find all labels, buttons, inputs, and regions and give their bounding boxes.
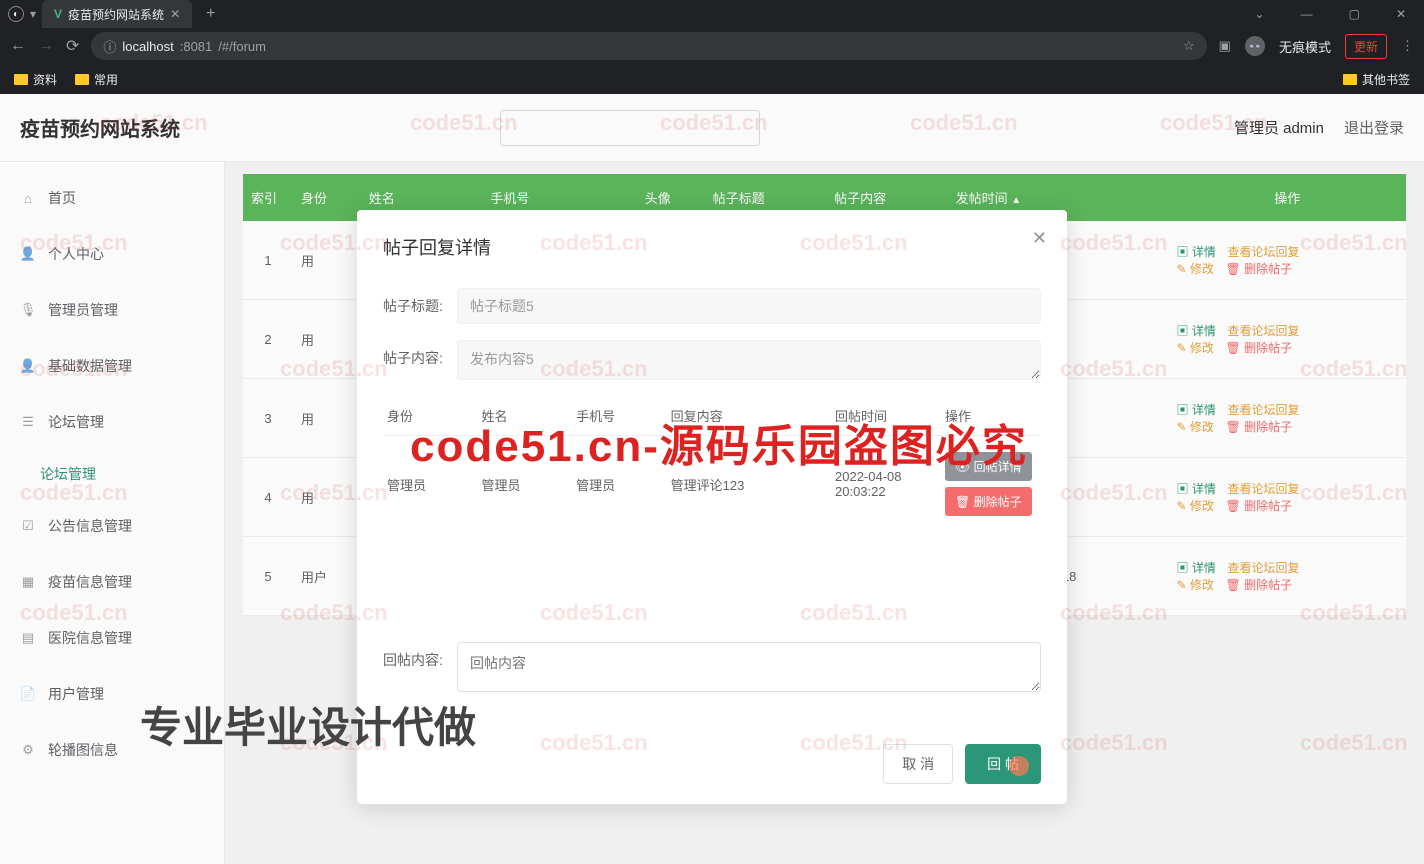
browser-tab[interactable]: V 疫苗预约网站系统 ✕	[42, 0, 192, 28]
extension-icon[interactable]: ▣	[1219, 38, 1231, 54]
cursor-indicator	[1009, 756, 1029, 776]
input-post-title[interactable]	[457, 288, 1041, 324]
modal-title: 帖子回复详情	[383, 234, 1041, 260]
ith-time: 回帖时间	[831, 396, 941, 436]
bookmark-folder-other[interactable]: 其他书签	[1343, 71, 1410, 88]
bookmark-folder-1[interactable]: 资料	[14, 71, 57, 88]
label-reply-content: 回帖内容:	[383, 642, 457, 670]
window-chevron-icon[interactable]: ⌄	[1255, 7, 1265, 21]
browser-update-button[interactable]: 更新	[1345, 34, 1387, 59]
textarea-post-content[interactable]: 发布内容5	[457, 340, 1041, 380]
url-host: localhost	[122, 39, 173, 54]
nav-back-icon[interactable]: ←	[10, 37, 26, 55]
tab-close-icon[interactable]: ✕	[170, 7, 180, 21]
folder-icon	[14, 74, 28, 85]
url-path: /#/forum	[218, 39, 266, 54]
nav-forward-icon[interactable]: →	[38, 37, 54, 55]
new-tab-button[interactable]: +	[198, 5, 223, 23]
ith-ident: 身份	[383, 396, 478, 436]
reply-table: 身份 姓名 手机号 回复内容 回帖时间 操作 管理员 管理员 管理员 管理评论1…	[383, 396, 1041, 532]
ith-reply: 回复内容	[667, 396, 831, 436]
cancel-button[interactable]: 取 消	[883, 744, 953, 784]
ith-phone: 手机号	[572, 396, 667, 436]
browser-kebab-icon[interactable]: ⋮	[1401, 38, 1414, 54]
reply-detail-button[interactable]: 👁 回帖详情	[945, 452, 1032, 481]
folder-icon	[75, 74, 89, 85]
tab-title: 疫苗预约网站系统	[68, 6, 164, 23]
folder-icon	[1343, 74, 1357, 85]
site-info-icon[interactable]: ⓘ	[103, 37, 116, 56]
reply-row: 管理员 管理员 管理员 管理评论123 2022-04-08 20:03:22 …	[383, 436, 1041, 533]
tab-list-chevron-icon[interactable]: ▾	[30, 7, 36, 21]
nav-reload-icon[interactable]: ⟳	[66, 36, 79, 56]
address-bar[interactable]: ⓘ localhost :8081 /#/forum ☆	[91, 32, 1206, 60]
window-minimize-icon[interactable]: —	[1301, 7, 1313, 21]
label-post-title: 帖子标题:	[383, 288, 457, 316]
label-post-content: 帖子内容:	[383, 340, 457, 368]
submit-reply-button[interactable]: 回 帖	[965, 744, 1041, 784]
url-port: :8081	[180, 39, 213, 54]
modal-close-icon[interactable]: ✕	[1032, 228, 1047, 249]
modal-overlay: ✕ 帖子回复详情 帖子标题: 帖子内容: 发布内容5 身份 姓名 手机号 回复内…	[0, 94, 1424, 864]
reply-detail-modal: ✕ 帖子回复详情 帖子标题: 帖子内容: 发布内容5 身份 姓名 手机号 回复内…	[357, 210, 1067, 804]
browser-menu-icon[interactable]: ◐	[8, 6, 24, 22]
vue-icon: V	[54, 7, 62, 21]
reply-delete-button[interactable]: 🗑 删除帖子	[945, 487, 1032, 516]
window-close-icon[interactable]: ✕	[1396, 7, 1406, 21]
bookmark-star-icon[interactable]: ☆	[1183, 38, 1195, 54]
ith-name: 姓名	[478, 396, 573, 436]
ith-ops: 操作	[941, 396, 1041, 436]
incognito-label: 无痕模式	[1279, 37, 1331, 56]
incognito-icon: 👓	[1245, 36, 1265, 56]
textarea-reply-content[interactable]	[457, 642, 1041, 692]
bookmark-folder-2[interactable]: 常用	[75, 71, 118, 88]
window-maximize-icon[interactable]: ▢	[1349, 7, 1360, 21]
